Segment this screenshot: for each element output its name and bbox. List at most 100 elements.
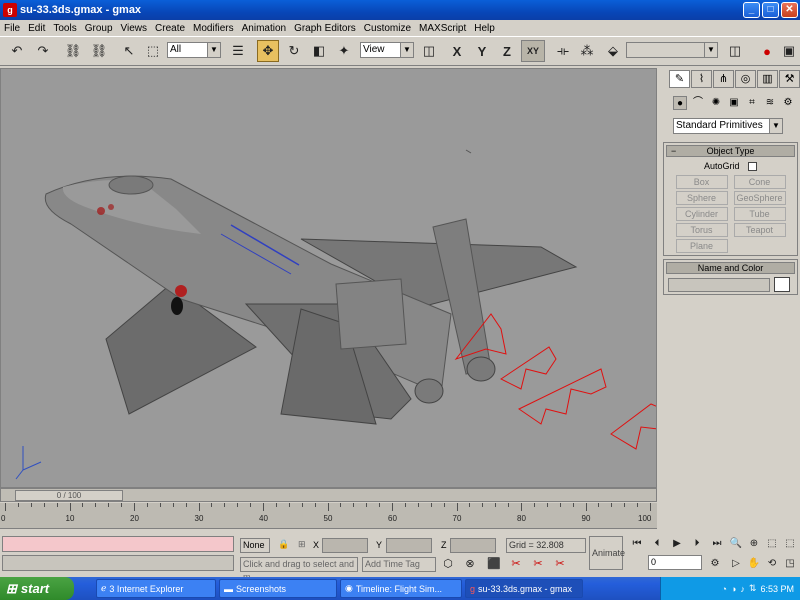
maximize-viewport-icon[interactable]: ◳ [782, 555, 798, 571]
scale-icon[interactable]: ◧ [308, 40, 330, 62]
maxscript-listener-field[interactable] [2, 536, 234, 552]
time-config-icon[interactable]: ⚙ [706, 555, 724, 571]
link-icon[interactable]: ⛓ [62, 40, 84, 62]
axis-xy-button[interactable]: XY [521, 40, 545, 62]
menu-edit[interactable]: Edit [24, 23, 49, 34]
animate-button[interactable]: Animate [589, 536, 625, 570]
object-color-swatch[interactable] [774, 277, 790, 292]
minimize-button[interactable]: _ [743, 2, 760, 18]
object-name-field[interactable] [668, 278, 770, 292]
prev-frame-icon[interactable]: ⏴ [648, 535, 666, 551]
systems-icon[interactable]: ⚙ [781, 96, 795, 110]
rotate-icon[interactable]: ↻ [283, 40, 305, 62]
create-tab-icon[interactable]: ✎ [669, 70, 690, 88]
cylinder-button[interactable]: Cylinder [675, 207, 728, 222]
network-icon[interactable]: ⇅ [749, 583, 757, 594]
lock-icon[interactable]: 🔒 [276, 538, 290, 553]
shapes-icon[interactable]: ⌒ [691, 96, 705, 110]
menu-help[interactable]: Help [470, 23, 499, 34]
motion-tab-icon[interactable]: ◎ [735, 70, 756, 88]
select-by-name-icon[interactable]: ☰ [227, 40, 249, 62]
zoom-extents-all-icon[interactable]: ⬚ [782, 535, 798, 551]
edit-snap-icon[interactable]: ✂ [552, 555, 568, 571]
taskbar-item-ie[interactable]: ℯ 3 Internet Explorer [96, 579, 216, 598]
menu-create[interactable]: Create [151, 23, 189, 34]
object-type-title[interactable]: − Object Type [666, 145, 795, 157]
add-time-tag-button[interactable]: Add Time Tag [362, 557, 436, 572]
x-coordinate-field[interactable] [322, 538, 368, 553]
tray-icon[interactable]: ◔ [722, 584, 727, 594]
fov-icon[interactable]: ▷ [728, 555, 744, 571]
start-button[interactable]: ⊞ start [0, 577, 74, 600]
selection-lock-none[interactable]: None [240, 538, 270, 553]
time-slider[interactable]: 0 / 100 [15, 490, 123, 501]
zoom-icon[interactable]: 🔍 [728, 535, 744, 551]
utilities-tab-icon[interactable]: ⚒ [779, 70, 800, 88]
named-selection-dropdown[interactable]: ▼ [626, 42, 718, 58]
geometry-icon[interactable]: ● [673, 96, 687, 110]
grid-snap-icon[interactable]: ⬡ [440, 555, 456, 571]
move-icon[interactable]: ✥ [257, 40, 279, 62]
hierarchy-tab-icon[interactable]: ⋔ [713, 70, 734, 88]
lights-icon[interactable]: ✺ [709, 96, 723, 110]
name-color-title[interactable]: Name and Color [666, 262, 795, 274]
menu-tools[interactable]: Tools [49, 23, 80, 34]
goto-end-icon[interactable]: ⏭ [708, 535, 726, 551]
cameras-icon[interactable]: ▣ [727, 96, 741, 110]
zoom-all-icon[interactable]: ⊕ [746, 535, 762, 551]
track-bar-ruler[interactable]: 0 10 20 30 40 50 60 70 80 90 100 [0, 503, 657, 529]
percent-snap-icon[interactable]: ⬛ [486, 555, 502, 571]
named-sets-icon[interactable]: ◫ [724, 40, 746, 62]
axis-y-button[interactable]: Y [471, 40, 493, 62]
spinner-snap-icon[interactable]: ✂ [530, 555, 546, 571]
menu-maxscript[interactable]: MAXScript [415, 23, 470, 34]
undo-icon[interactable]: ↶ [6, 40, 28, 62]
arc-rotate-icon[interactable]: ⟲ [764, 555, 780, 571]
next-frame-icon[interactable]: ⏵ [688, 535, 706, 551]
selection-filter-dropdown[interactable]: All ▼ [167, 42, 221, 58]
menu-file[interactable]: File [0, 23, 24, 34]
display-tab-icon[interactable]: ▥ [757, 70, 778, 88]
mirror-icon[interactable]: ⟛ [552, 40, 574, 62]
align-icon[interactable]: ⬙ [602, 40, 624, 62]
menu-views[interactable]: Views [117, 23, 152, 34]
pivot-icon[interactable]: ✦ [333, 40, 355, 62]
helpers-icon[interactable]: ⌗ [745, 96, 759, 110]
volume-icon[interactable]: ♪ [740, 584, 745, 594]
torus-button[interactable]: Torus [675, 223, 728, 238]
menu-modifiers[interactable]: Modifiers [189, 23, 238, 34]
select-arrow-icon[interactable]: ↖ [118, 40, 140, 62]
menu-animation[interactable]: Animation [238, 23, 290, 34]
menu-customize[interactable]: Customize [360, 23, 415, 34]
pan-icon[interactable]: ✋ [746, 555, 762, 571]
close-button[interactable]: ✕ [781, 2, 798, 18]
axis-z-button[interactable]: Z [496, 40, 518, 62]
angle-snap-icon[interactable]: ⊗ [462, 555, 478, 571]
perspective-viewport[interactable] [0, 68, 657, 488]
unlink-icon[interactable]: ⛓ [88, 40, 110, 62]
autogrid-checkbox[interactable] [748, 162, 758, 172]
time-slider-track[interactable]: 0 / 100 [0, 488, 657, 502]
current-frame-field[interactable]: 0 [648, 555, 702, 570]
y-coordinate-field[interactable] [386, 538, 432, 553]
teapot-button[interactable]: Teapot [733, 223, 786, 238]
menu-group[interactable]: Group [81, 23, 117, 34]
menu-graph-editors[interactable]: Graph Editors [290, 23, 360, 34]
goto-start-icon[interactable]: ⏮ [628, 535, 646, 551]
maximize-button[interactable]: □ [762, 2, 779, 18]
magnet-icon[interactable]: ✂ [508, 555, 524, 571]
axis-x-button[interactable]: X [446, 40, 468, 62]
plane-button[interactable]: Plane [675, 239, 728, 254]
use-center-icon[interactable]: ◫ [418, 40, 440, 62]
tray-icon[interactable]: ◑ [731, 584, 736, 594]
array-icon[interactable]: ⁂ [576, 40, 598, 62]
primitives-dropdown[interactable]: Standard Primitives ▼ [673, 118, 783, 134]
zoom-extents-icon[interactable]: ⬚ [764, 535, 780, 551]
reference-coord-dropdown[interactable]: View ▼ [360, 42, 414, 58]
sphere-button[interactable]: Sphere [675, 191, 728, 206]
taskbar-item-screenshots[interactable]: ▬ Screenshots [219, 579, 337, 598]
z-coordinate-field[interactable] [450, 538, 496, 553]
taskbar-item-gmax[interactable]: g su-33.3ds.gmax - gmax [465, 579, 583, 598]
modify-tab-icon[interactable]: ⌇ [691, 70, 712, 88]
cone-button[interactable]: Cone [733, 175, 786, 190]
